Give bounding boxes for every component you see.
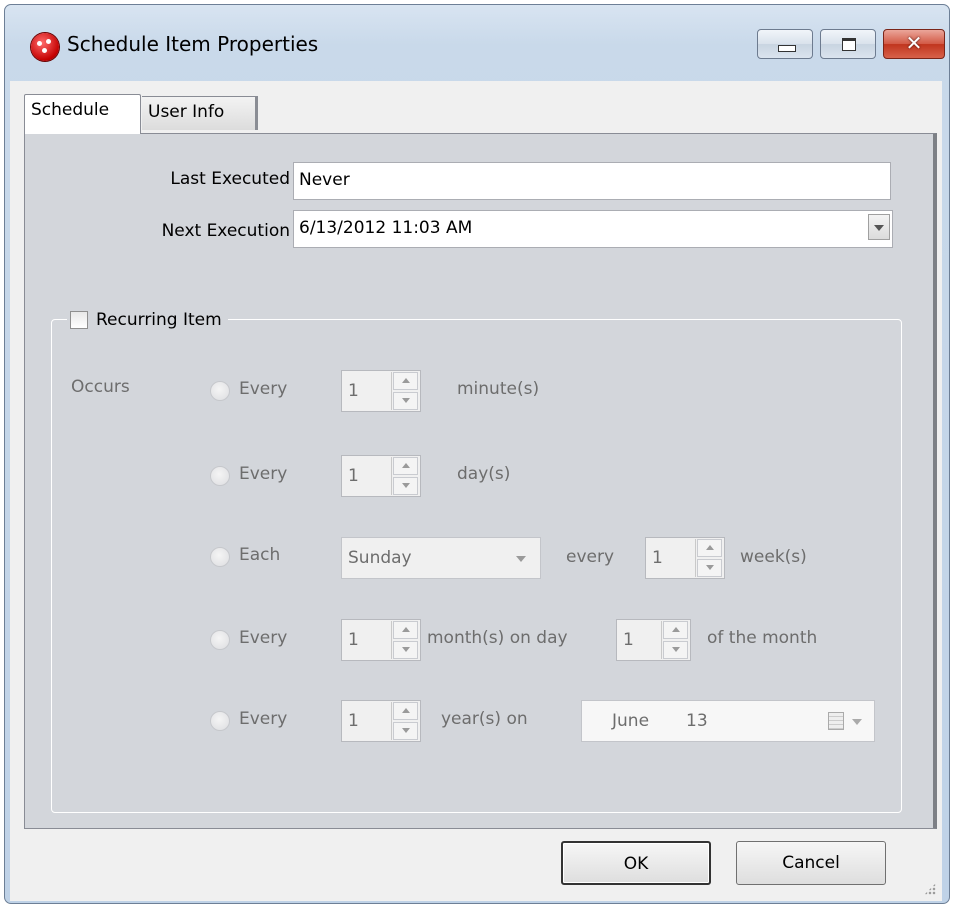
close-button[interactable]: ✕ [883, 29, 945, 59]
window-title: Schedule Item Properties [67, 32, 319, 56]
next-execution-value: 6/13/2012 11:03 AM [299, 218, 473, 238]
year-date-day: 13 [686, 711, 708, 731]
year-date-month: June [612, 711, 650, 731]
months-up-icon[interactable] [393, 621, 418, 639]
month-day-up-icon[interactable] [663, 621, 688, 639]
radio-every-months[interactable] [210, 630, 230, 650]
close-icon: ✕ [905, 31, 923, 55]
years-up-icon[interactable] [393, 702, 418, 720]
years-stepper[interactable]: 1 [341, 700, 421, 742]
years-value: 1 [348, 711, 359, 731]
radio-each-week[interactable] [210, 547, 230, 567]
ok-button[interactable]: OK [561, 841, 711, 885]
dialog-client-area: Schedule User Info Last Executed Never N… [10, 81, 942, 901]
years-mid-label: year(s) on [441, 709, 528, 729]
weeks-suffix-label: week(s) [740, 547, 807, 567]
minutes-up-icon[interactable] [393, 372, 418, 390]
days-down-icon[interactable] [393, 477, 418, 495]
years-prefix-label: Every [239, 709, 288, 729]
month-day-stepper[interactable]: 1 [616, 619, 691, 661]
weeks-stepper[interactable]: 1 [645, 537, 725, 579]
days-stepper[interactable]: 1 [341, 455, 421, 497]
schedule-tab-page: Last Executed Never Next Execution 6/13/… [24, 133, 937, 829]
tab-user-info[interactable]: User Info [142, 96, 258, 130]
minimize-button[interactable] [757, 29, 813, 59]
dialog-window: Schedule Item Properties ✕ Schedule User… [4, 4, 950, 904]
last-executed-field[interactable]: Never [293, 162, 891, 200]
title-bar[interactable]: Schedule Item Properties ✕ [5, 5, 949, 81]
recurring-item-checkbox[interactable] [70, 311, 88, 329]
weeks-every-label: every [566, 547, 615, 567]
minutes-value: 1 [348, 381, 359, 401]
calendar-icon[interactable] [828, 712, 844, 730]
years-down-icon[interactable] [393, 722, 418, 740]
months-down-icon[interactable] [393, 641, 418, 659]
months-stepper[interactable]: 1 [341, 619, 421, 661]
chevron-down-icon[interactable] [868, 214, 890, 240]
weekday-dropdown[interactable]: Sunday [341, 537, 541, 579]
year-date-picker[interactable]: June 13 [581, 700, 875, 742]
radio-every-days[interactable] [210, 466, 230, 486]
chevron-down-icon [852, 719, 862, 725]
next-execution-label: Next Execution [161, 221, 290, 241]
recurring-item-header: Recurring Item [67, 303, 228, 337]
month-day-value: 1 [623, 630, 634, 650]
minutes-prefix-label: Every [239, 379, 288, 399]
weekday-value: Sunday [348, 548, 412, 568]
last-executed-label: Last Executed [170, 169, 290, 189]
chevron-down-icon [516, 556, 526, 562]
days-up-icon[interactable] [393, 457, 418, 475]
months-prefix-label: Every [239, 628, 288, 648]
minimize-icon [778, 45, 796, 52]
app-logo-icon [31, 33, 59, 61]
months-value: 1 [348, 630, 359, 650]
weeks-up-icon[interactable] [697, 539, 722, 557]
weeks-prefix-label: Each [239, 545, 281, 565]
days-suffix-label: day(s) [457, 464, 511, 484]
radio-every-years[interactable] [210, 711, 230, 731]
minutes-suffix-label: minute(s) [457, 379, 540, 399]
weeks-down-icon[interactable] [697, 559, 722, 577]
occurs-label: Occurs [71, 377, 130, 397]
days-value: 1 [348, 466, 359, 486]
minutes-down-icon[interactable] [393, 392, 418, 410]
months-suffix-label: of the month [707, 628, 818, 648]
next-execution-dropdown[interactable]: 6/13/2012 11:03 AM [293, 210, 893, 248]
minutes-stepper[interactable]: 1 [341, 370, 421, 412]
months-mid-label: month(s) on day [427, 628, 568, 648]
cancel-button[interactable]: Cancel [736, 841, 886, 885]
maximize-icon [842, 38, 856, 51]
recurring-item-label: Recurring Item [96, 310, 222, 330]
resize-grip-icon[interactable] [924, 883, 936, 895]
month-day-down-icon[interactable] [663, 641, 688, 659]
maximize-button[interactable] [820, 29, 876, 59]
weeks-value: 1 [652, 548, 663, 568]
radio-every-minutes[interactable] [210, 381, 230, 401]
tab-schedule[interactable]: Schedule [24, 94, 141, 134]
days-prefix-label: Every [239, 464, 288, 484]
